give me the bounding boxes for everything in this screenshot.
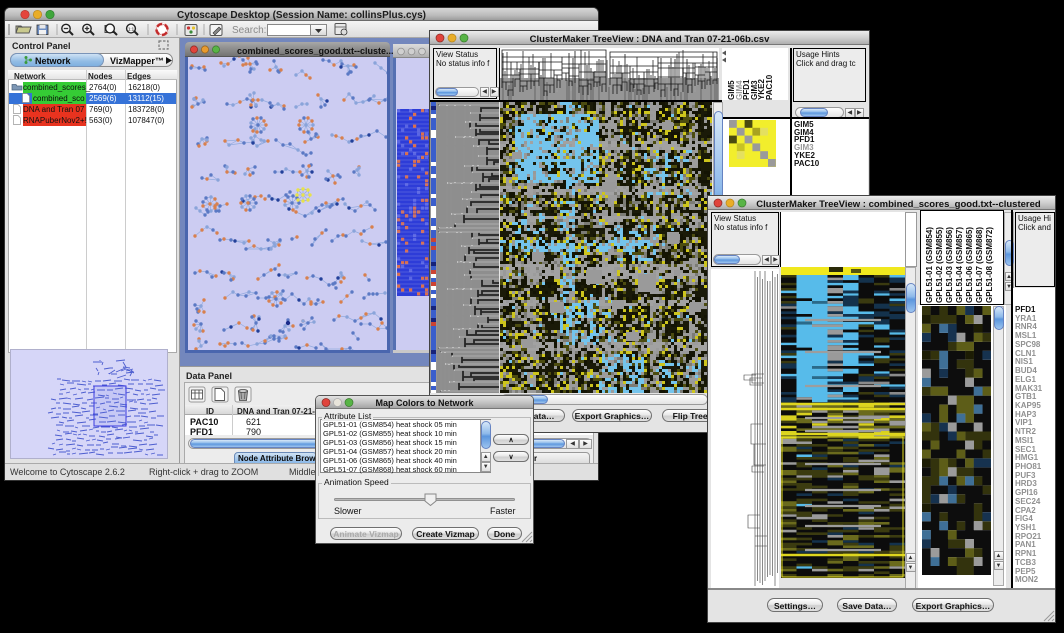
svg-text:1:1: 1:1 [128, 27, 135, 32]
